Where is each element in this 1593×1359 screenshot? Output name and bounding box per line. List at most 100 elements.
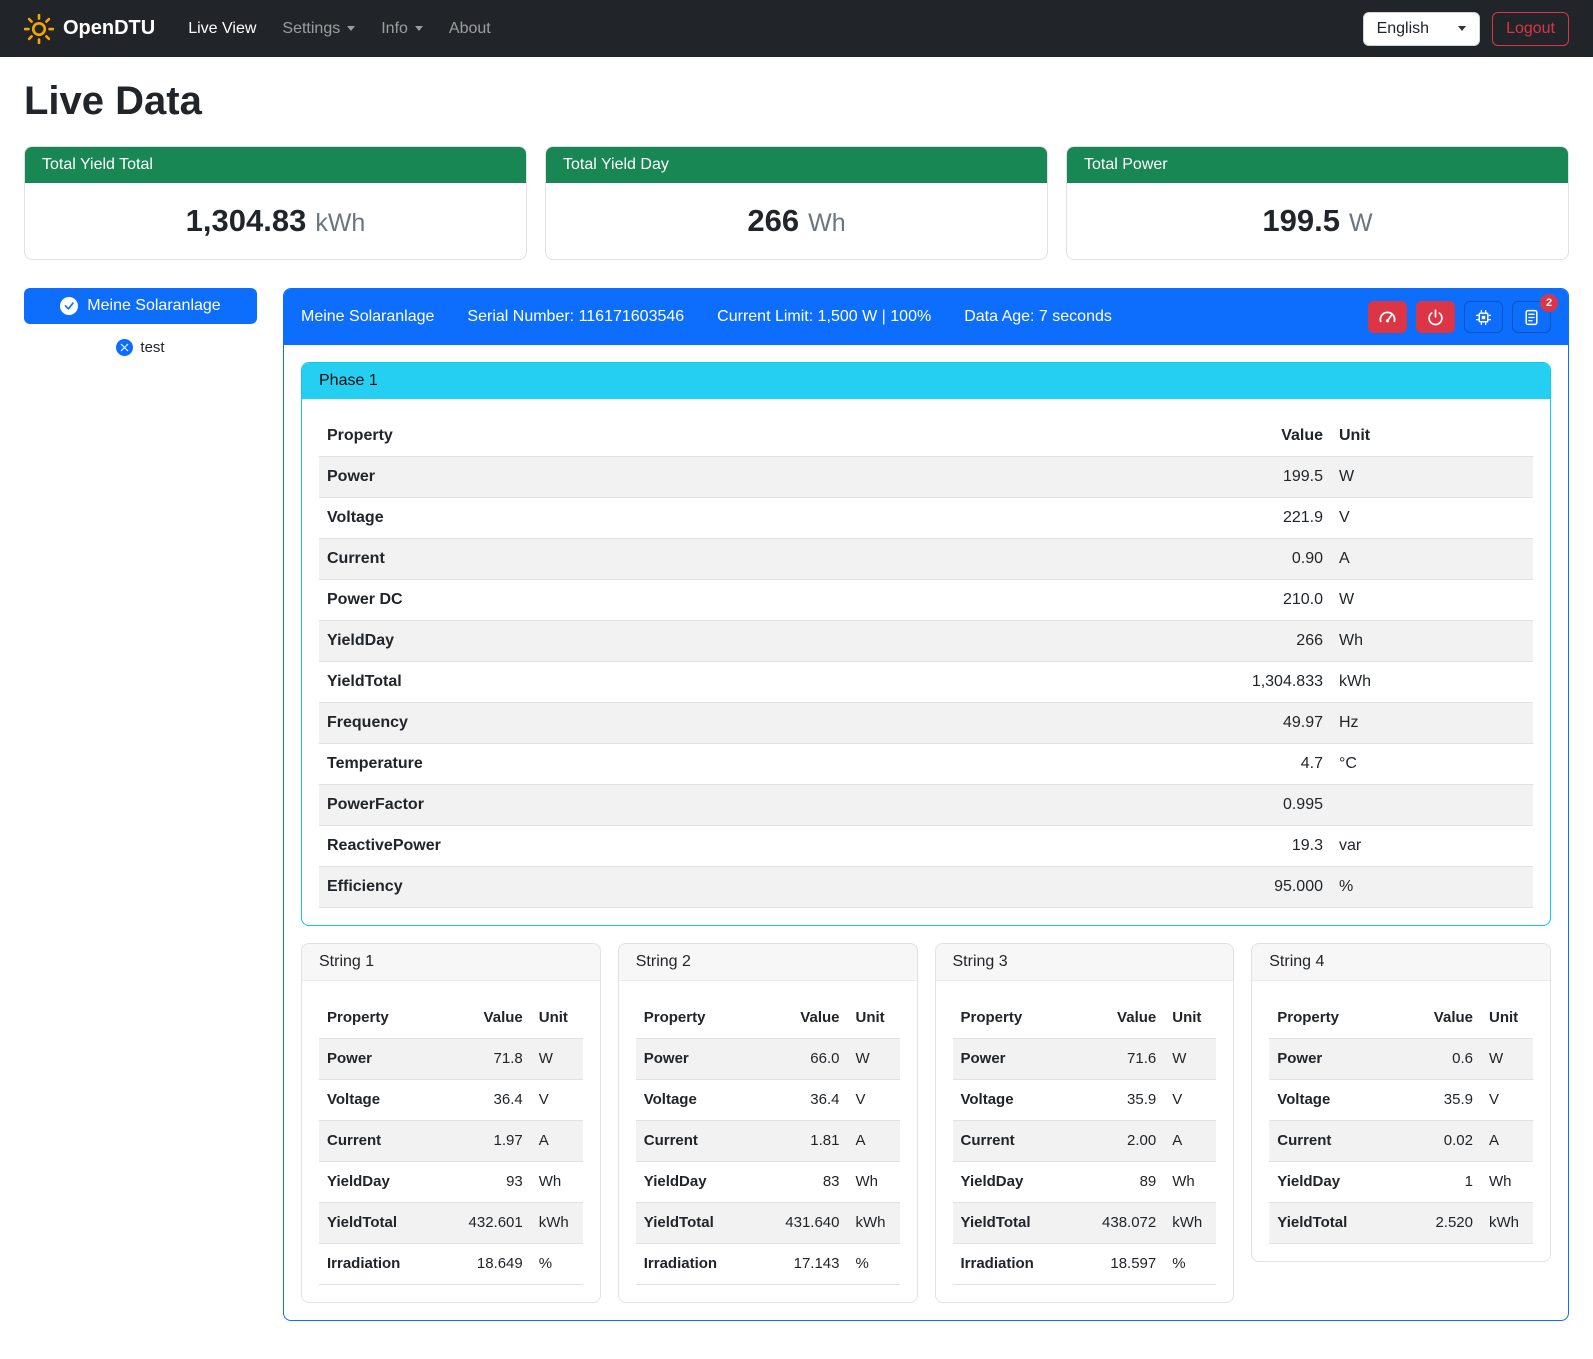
property-unit: Wh [1331,621,1533,662]
table-row: Power199.5W [319,457,1533,498]
phase-1-card: Phase 1 Property Value Unit [301,362,1551,926]
inverter-card-body: Phase 1 Property Value Unit [284,345,1568,1320]
nav-item-info[interactable]: Info [368,12,436,46]
table-row: YieldDay266Wh [319,621,1533,662]
total-power-value: 199.5 [1262,203,1340,238]
inverter-select-button[interactable]: Meine Solaranlage [24,288,257,324]
property-unit: Wh [531,1162,583,1203]
card-title: Total Yield Total [25,147,526,183]
power-button[interactable] [1416,301,1455,333]
brand[interactable]: OpenDTU [24,14,155,44]
phase-1-body: Property Value Unit Power199.5W Voltage2… [302,399,1550,925]
nav-item-info-label: Info [381,20,408,38]
property-label: YieldDay [319,621,1219,662]
table-row: YieldDay93Wh [319,1162,583,1203]
property-unit: V [1331,498,1533,539]
device-info-button[interactable] [1464,301,1503,333]
column-header-value: Value [1409,998,1481,1039]
property-unit: V [1481,1080,1533,1121]
property-label: Power [319,457,1219,498]
property-unit: W [531,1039,583,1080]
property-unit: kWh [1164,1203,1216,1244]
table-row: Current2.00A [953,1121,1217,1162]
column-header-unit: Unit [1481,998,1533,1039]
column-header-unit: Unit [848,998,900,1039]
column-header-unit: Unit [531,998,583,1039]
table-row: YieldTotal438.072kWh [953,1203,1217,1244]
string-2-body: Property Value Unit Power66.0W Voltage36… [619,981,917,1302]
string-2-title: String 2 [619,944,917,981]
string-4-table: Property Value Unit Power0.6W Voltage35.… [1269,998,1533,1244]
total-yield-day-value: 266 [747,203,799,238]
nav-links: Live View Settings Info About [175,12,1362,46]
chevron-down-icon [1458,26,1466,31]
column-header-property: Property [319,416,1219,457]
property-label: Efficiency [319,867,1219,908]
table-row: YieldTotal2.520kWh [1269,1203,1533,1244]
property-value: 432.601 [459,1203,531,1244]
property-unit: A [531,1121,583,1162]
limit-settings-button[interactable] [1368,301,1407,333]
table-row: Power0.6W [1269,1039,1533,1080]
string-2-card: String 2 Property Value Unit [618,943,918,1303]
speedometer-icon [1378,308,1397,327]
page-container: Live Data Total Yield Total 1,304.83kWh … [0,57,1593,1347]
string-1-body: Property Value Unit Power71.8W Voltage36… [302,981,600,1302]
property-value: 18.597 [1092,1244,1164,1285]
cpu-icon [1475,309,1492,326]
property-unit: Hz [1331,703,1533,744]
property-unit: Wh [848,1162,900,1203]
sidebar-item-test[interactable]: test [24,339,257,356]
property-unit: V [848,1080,900,1121]
navbar-right: English Logout [1363,12,1569,46]
total-yield-day-unit: Wh [808,209,846,237]
inverter-card: Meine Solaranlage Serial Number: 1161716… [283,288,1569,1321]
x-circle-icon[interactable] [116,339,133,356]
property-label: Current [636,1121,776,1162]
column-header-property: Property [953,998,1093,1039]
property-value: 49.97 [1219,703,1331,744]
property-value: 438.072 [1092,1203,1164,1244]
language-select[interactable]: English [1363,12,1480,46]
brand-label: OpenDTU [63,17,155,40]
property-unit: Wh [1164,1162,1216,1203]
table-row: ReactivePower19.3var [319,826,1533,867]
nav-item-live-view[interactable]: Live View [175,12,269,46]
column-header-value: Value [1219,416,1331,457]
property-value: 221.9 [1219,498,1331,539]
table-row: Voltage35.9V [1269,1080,1533,1121]
string-3-card: String 3 Property Value Unit [935,943,1235,1303]
column-header-value: Value [776,998,848,1039]
events-count-badge: 2 [1540,294,1558,312]
property-unit: kWh [848,1203,900,1244]
property-label: YieldDay [636,1162,776,1203]
property-label: Voltage [636,1080,776,1121]
property-value: 2.00 [1092,1121,1164,1162]
string-1-card: String 1 Property Value Unit [301,943,601,1303]
column-header-value: Value [1092,998,1164,1039]
property-label: Irradiation [636,1244,776,1285]
events-button[interactable]: 2 [1512,301,1551,333]
nav-item-about[interactable]: About [436,12,504,46]
table-row: Efficiency95.000% [319,867,1533,908]
property-label: Power [636,1039,776,1080]
inverter-name: Meine Solaranlage [301,308,434,326]
sidebar-item-test-label: test [140,339,164,356]
property-unit: var [1331,826,1533,867]
column-header-unit: Unit [1164,998,1216,1039]
property-label: Frequency [319,703,1219,744]
card-value-area: 266 Wh [546,183,1047,259]
language-select-value: English [1377,20,1429,38]
property-value: 4.7 [1219,744,1331,785]
property-label: Voltage [953,1080,1093,1121]
property-label: Irradiation [953,1244,1093,1285]
property-unit: Wh [1481,1162,1533,1203]
property-value: 17.143 [776,1244,848,1285]
property-label: Voltage [319,498,1219,539]
logout-button[interactable]: Logout [1492,12,1569,46]
total-yield-day-card: Total Yield Day 266Wh [545,146,1048,260]
property-value: 19.3 [1219,826,1331,867]
nav-item-settings[interactable]: Settings [269,12,368,46]
top-navbar: OpenDTU Live View Settings Info About En… [0,0,1593,57]
property-value: 83 [776,1162,848,1203]
